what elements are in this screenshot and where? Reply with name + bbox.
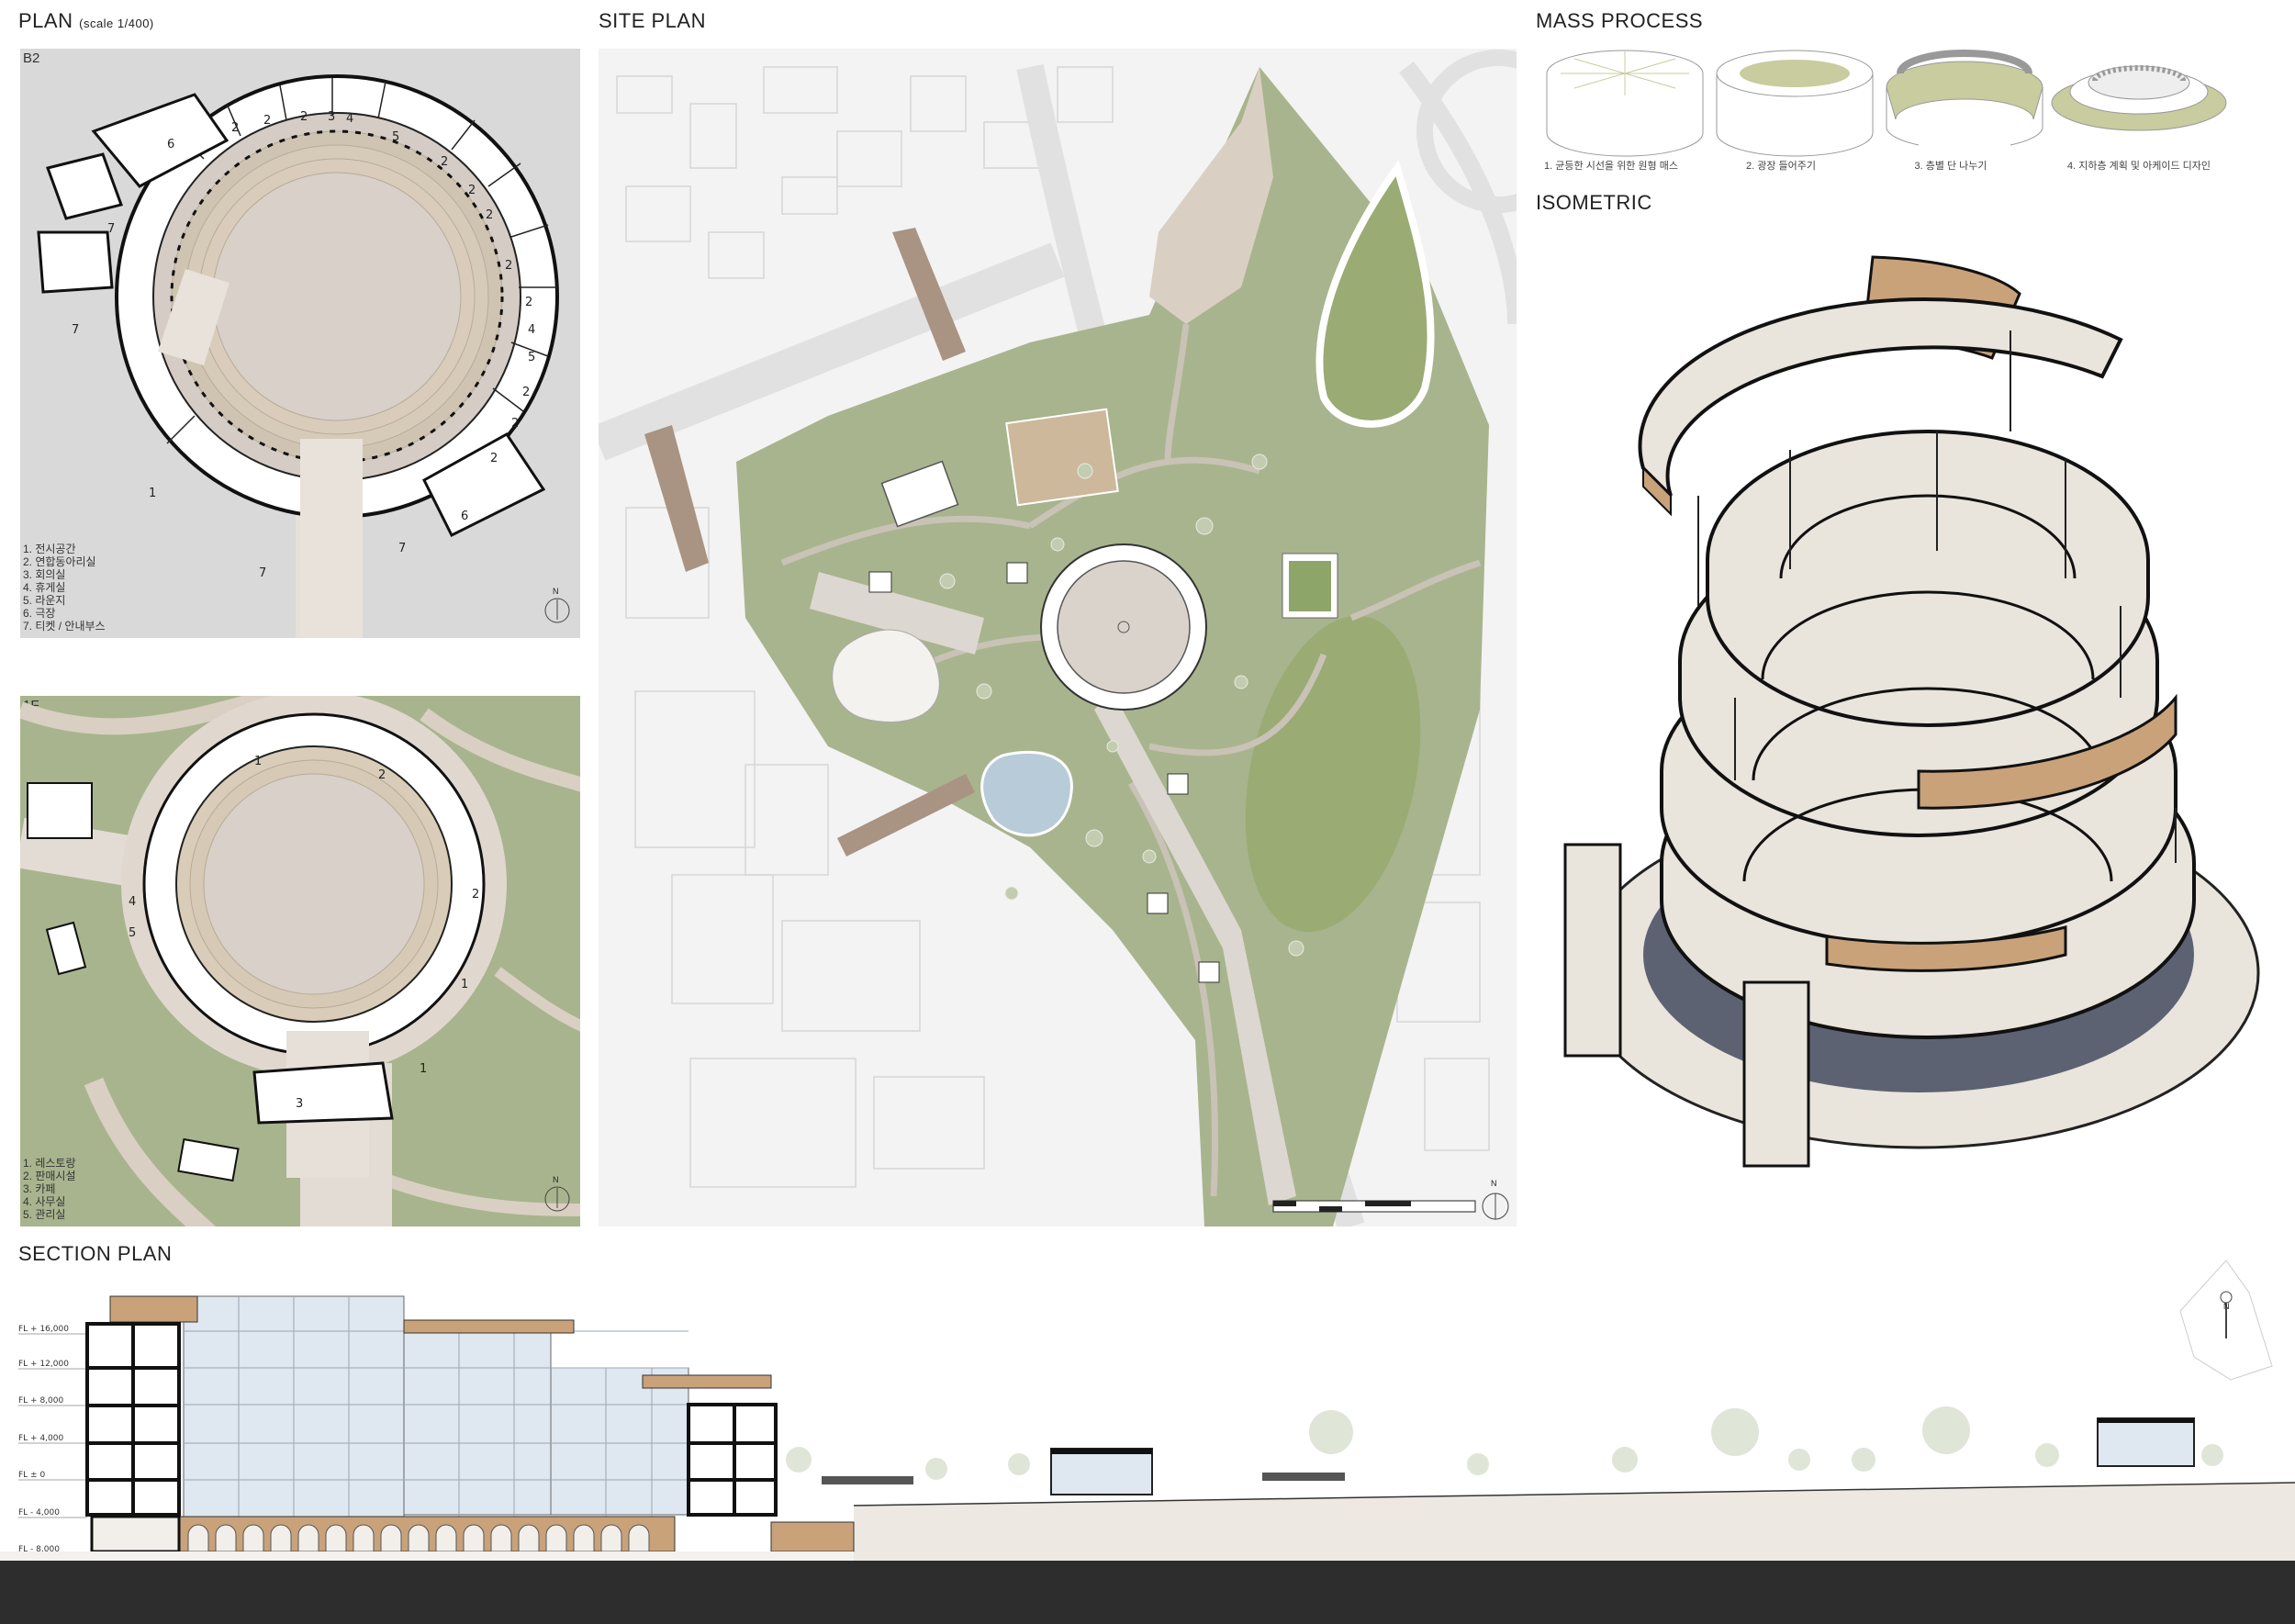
b2-legend-item: 5. 라운지 bbox=[23, 594, 66, 607]
b2-legend: 1. 전시공간 2. 연합동아리실 3. 회의실 4. 휴게실 5. 라운지 6… bbox=[23, 543, 106, 633]
svg-text:6: 6 bbox=[167, 138, 174, 151]
f1-north-label: N bbox=[553, 1175, 559, 1184]
site-north-label: N bbox=[1491, 1179, 1497, 1188]
mass-step-caption: 2. 광장 들어주기 bbox=[1745, 161, 1816, 172]
svg-text:6: 6 bbox=[461, 510, 468, 523]
mass-process-diagrams bbox=[1546, 50, 2227, 157]
f1-plan-drawing: 1 2 2 1 1 4 5 3 bbox=[20, 696, 580, 1226]
site-plan-drawing bbox=[599, 50, 1517, 1226]
mass-step-caption: 3. 층별 단 나누기 bbox=[1914, 161, 1987, 172]
section-plan-title: SECTION PLAN bbox=[18, 1242, 173, 1265]
svg-text:4: 4 bbox=[129, 895, 136, 909]
site-plan-title: SITE PLAN bbox=[599, 9, 706, 32]
f1-plan-panel: 1F 1 2 2 1 1 4 5 3 1. 레스토랑 2. 판매시설 3. 카페… bbox=[20, 696, 580, 1226]
mass-step-caption: 4. 지하층 계획 및 아케이드 디자인 bbox=[2066, 161, 2211, 172]
b2-legend-item: 1. 전시공간 bbox=[23, 543, 76, 555]
plan-scale: (scale 1/400) bbox=[79, 17, 154, 30]
site-plan-map: N bbox=[599, 49, 1517, 1226]
svg-text:4: 4 bbox=[346, 112, 353, 126]
svg-text:5: 5 bbox=[392, 130, 399, 144]
svg-text:2: 2 bbox=[525, 296, 532, 309]
svg-text:2: 2 bbox=[378, 768, 386, 782]
svg-text:2: 2 bbox=[472, 888, 479, 902]
f1-north-arrow-icon: N bbox=[542, 1175, 573, 1212]
f1-legend-item: 5. 관리실 bbox=[23, 1208, 66, 1221]
b2-plan-panel: B2 6 2 2 2 3 4 5 2 2 2 2 2 4 5 2 2 2 6 7… bbox=[20, 49, 580, 638]
f1-legend-item: 2. 판매시설 bbox=[23, 1170, 76, 1182]
isometric-drawing bbox=[1563, 255, 2260, 1168]
svg-text:5: 5 bbox=[129, 926, 136, 940]
b2-legend-item: 2. 연합동아리실 bbox=[23, 555, 96, 568]
plan-title: PLAN (scale 1/400) bbox=[18, 9, 154, 33]
plan-title-text: PLAN bbox=[18, 9, 73, 32]
svg-text:3: 3 bbox=[296, 1097, 303, 1111]
mass-step-1-diagram bbox=[1546, 50, 1704, 157]
f1-legend-item: 1. 레스토랑 bbox=[23, 1157, 76, 1170]
mass-process-title: MASS PROCESS bbox=[1536, 9, 1704, 32]
svg-text:7: 7 bbox=[72, 323, 79, 337]
svg-text:2: 2 bbox=[511, 417, 519, 431]
svg-text:1: 1 bbox=[254, 755, 262, 768]
mass-step-caption: 1. 균등한 시선을 위한 원형 매스 bbox=[1544, 161, 1678, 172]
svg-text:2: 2 bbox=[468, 184, 476, 197]
f1-legend: 1. 레스토랑 2. 판매시설 3. 카페 4. 사무실 5. 관리실 bbox=[23, 1157, 76, 1221]
b2-legend-item: 7. 티켓 / 안내부스 bbox=[23, 620, 106, 633]
svg-text:1: 1 bbox=[149, 487, 156, 500]
svg-text:7: 7 bbox=[107, 222, 115, 236]
svg-text:5: 5 bbox=[528, 351, 535, 364]
svg-text:4: 4 bbox=[528, 323, 535, 337]
svg-text:1: 1 bbox=[461, 978, 468, 991]
key-plan-north-label: N bbox=[2223, 1302, 2230, 1311]
b2-north-arrow-icon: N bbox=[542, 587, 573, 623]
site-north-arrow-icon: N bbox=[1480, 1179, 1511, 1221]
b2-north-label: N bbox=[553, 587, 559, 596]
isometric-title: ISOMETRIC bbox=[1536, 191, 1652, 214]
svg-text:2: 2 bbox=[263, 114, 271, 128]
svg-text:7: 7 bbox=[398, 542, 406, 555]
svg-text:2: 2 bbox=[505, 259, 512, 273]
svg-text:2: 2 bbox=[231, 121, 239, 135]
svg-text:2: 2 bbox=[441, 155, 448, 169]
key-plan: N bbox=[2176, 1256, 2278, 1384]
svg-text:1: 1 bbox=[420, 1062, 427, 1076]
svg-text:2: 2 bbox=[300, 110, 308, 124]
b2-legend-item: 4. 휴게실 bbox=[23, 581, 66, 594]
section-drawing bbox=[0, 1295, 2295, 1624]
svg-text:2: 2 bbox=[490, 452, 498, 465]
f1-legend-item: 3. 카페 bbox=[23, 1182, 56, 1195]
svg-text:2: 2 bbox=[522, 386, 530, 399]
svg-text:2: 2 bbox=[486, 208, 493, 222]
svg-text:3: 3 bbox=[328, 110, 335, 124]
b2-legend-item: 3. 회의실 bbox=[23, 568, 66, 581]
b2-legend-item: 6. 극장 bbox=[23, 607, 56, 620]
svg-text:7: 7 bbox=[259, 566, 266, 580]
f1-legend-item: 4. 사무실 bbox=[23, 1195, 66, 1208]
